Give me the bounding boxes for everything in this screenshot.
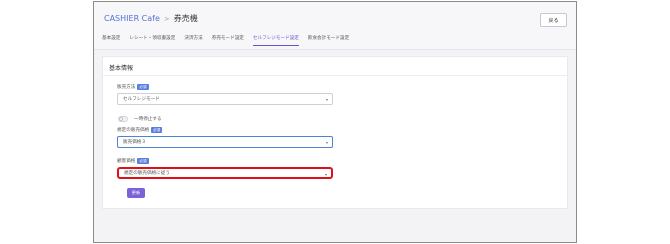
toggle-knob xyxy=(119,117,123,121)
breadcrumb-app-link[interactable]: CASHIER Cafe xyxy=(104,14,160,23)
card-title: 基本情報 xyxy=(109,65,134,72)
chevron-down-icon: ▾ xyxy=(325,97,328,102)
update-button[interactable]: 更新 xyxy=(127,188,145,198)
required-badge: 必須 xyxy=(137,158,149,164)
suspend-label: 一時停止する xyxy=(134,117,162,122)
tab-receipt-settings[interactable]: レシート・領収書設定 xyxy=(129,35,175,46)
tab-ticket-mode[interactable]: 券売モード設定 xyxy=(212,35,244,46)
tab-dining-mode[interactable]: 飲食会計モード設定 xyxy=(308,35,349,46)
tab-payment-methods[interactable]: 決済方法 xyxy=(184,35,202,46)
required-badge: 必須 xyxy=(137,84,149,90)
basic-info-card: 基本情報 販売方法 必須 セルフレジモード ▾ 一時停止する 規定の販売価格 必… xyxy=(102,56,569,209)
sales-method-select[interactable]: セルフレジモード ▾ xyxy=(117,93,333,105)
settings-tabs: 基本設定 レシート・領収書設定 決済方法 券売モード設定 セルフレジモード設定 … xyxy=(102,35,358,46)
default-price-value: 販売価格３ xyxy=(123,140,146,145)
page-header: CASHIER Cafe > 券売機 戻る 基本設定 レシート・領収書設定 決済… xyxy=(94,2,576,50)
customer-price-label: 顧客価格 必須 xyxy=(117,158,149,164)
sales-method-value: セルフレジモード xyxy=(123,97,160,102)
chevron-down-icon: ▾ xyxy=(324,172,327,177)
tab-self-register-mode[interactable]: セルフレジモード設定 xyxy=(252,35,299,46)
customer-price-label-text: 顧客価格 xyxy=(117,159,136,164)
page-title: 券売機 xyxy=(173,14,198,23)
suspend-toggle[interactable] xyxy=(118,116,128,122)
default-price-label-text: 規定の販売価格 xyxy=(117,128,150,133)
divider xyxy=(103,75,569,76)
sales-method-label-text: 販売方法 xyxy=(117,85,136,90)
sales-method-label: 販売方法 必須 xyxy=(117,84,149,90)
chevron-down-icon: ▾ xyxy=(325,140,328,145)
customer-price-select[interactable]: 規定の販売価格に従う ▾ xyxy=(117,167,333,179)
customer-price-value: 規定の販売価格に従う xyxy=(124,171,170,176)
app-window: CASHIER Cafe > 券売機 戻る 基本設定 レシート・領収書設定 決済… xyxy=(93,1,577,243)
default-price-label: 規定の販売価格 必須 xyxy=(117,127,163,133)
default-price-select[interactable]: 販売価格３ ▾ xyxy=(117,136,333,148)
breadcrumb: CASHIER Cafe > 券売機 xyxy=(104,13,198,24)
required-badge: 必須 xyxy=(151,127,163,133)
chevron-right-icon: > xyxy=(163,14,170,23)
back-button[interactable]: 戻る xyxy=(540,13,567,27)
tab-basic-settings[interactable]: 基本設定 xyxy=(102,35,120,46)
